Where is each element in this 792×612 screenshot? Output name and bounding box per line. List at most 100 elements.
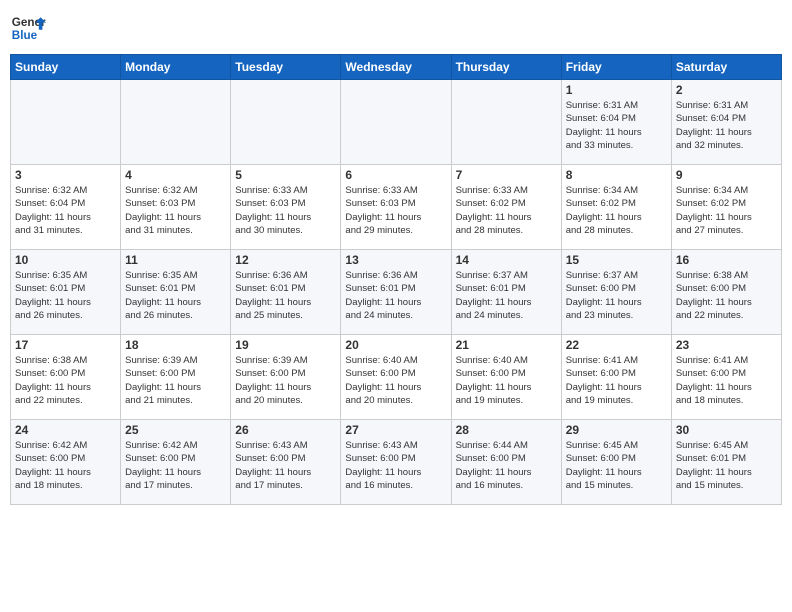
weekday-wednesday: Wednesday (341, 55, 451, 80)
day-info: Sunrise: 6:36 AM Sunset: 6:01 PM Dayligh… (235, 269, 336, 322)
calendar-cell: 20 Sunrise: 6:40 AM Sunset: 6:00 PM Dayli… (341, 335, 451, 420)
day-number: 21 (456, 338, 557, 352)
day-info: Sunrise: 6:41 AM Sunset: 6:00 PM Dayligh… (566, 354, 667, 407)
week-row-2: 3Sunrise: 6:32 AM Sunset: 6:04 PM Daylig… (11, 165, 782, 250)
calendar-cell: 11 Sunrise: 6:35 AM Sunset: 6:01 PM Dayli… (121, 250, 231, 335)
calendar-cell (451, 80, 561, 165)
day-number: 10 (15, 253, 116, 267)
day-number: 30 (676, 423, 777, 437)
day-number: 3 (15, 168, 116, 182)
day-number: 28 (456, 423, 557, 437)
day-number: 26 (235, 423, 336, 437)
day-number: 15 (566, 253, 667, 267)
calendar-cell: 27Sunrise: 6:43 AM Sunset: 6:00 PM Dayli… (341, 420, 451, 505)
weekday-friday: Friday (561, 55, 671, 80)
calendar-cell: 21Sunrise: 6:40 AM Sunset: 6:00 PM Dayli… (451, 335, 561, 420)
page-header: General Blue (10, 10, 782, 46)
calendar-cell (231, 80, 341, 165)
calendar-cell: 14 Sunrise: 6:37 AM Sunset: 6:01 PM Dayli… (451, 250, 561, 335)
calendar-cell (11, 80, 121, 165)
day-number: 22 (566, 338, 667, 352)
calendar-cell: 22 Sunrise: 6:41 AM Sunset: 6:00 PM Dayli… (561, 335, 671, 420)
calendar-cell: 9 Sunrise: 6:34 AM Sunset: 6:02 PM Daylig… (671, 165, 781, 250)
calendar-cell (121, 80, 231, 165)
day-number: 20 (345, 338, 446, 352)
day-number: 11 (125, 253, 226, 267)
week-row-3: 10 Sunrise: 6:35 AM Sunset: 6:01 PM Dayli… (11, 250, 782, 335)
day-info: Sunrise: 6:31 AM Sunset: 6:04 PM Dayligh… (676, 99, 777, 152)
day-info: Sunrise: 6:31 AM Sunset: 6:04 PM Dayligh… (566, 99, 667, 152)
calendar-cell: 25 Sunrise: 6:42 AM Sunset: 6:00 PM Dayli… (121, 420, 231, 505)
calendar-cell: 26 Sunrise: 6:43 AM Sunset: 6:00 PM Dayli… (231, 420, 341, 505)
day-number: 12 (235, 253, 336, 267)
day-info: Sunrise: 6:42 AM Sunset: 6:00 PM Dayligh… (15, 439, 116, 492)
day-info: Sunrise: 6:45 AM Sunset: 6:00 PM Dayligh… (566, 439, 667, 492)
calendar-cell: 18 Sunrise: 6:39 AM Sunset: 6:00 PM Dayli… (121, 335, 231, 420)
day-number: 25 (125, 423, 226, 437)
day-info: Sunrise: 6:38 AM Sunset: 6:00 PM Dayligh… (676, 269, 777, 322)
calendar-cell: 16 Sunrise: 6:38 AM Sunset: 6:00 PM Dayli… (671, 250, 781, 335)
day-info: Sunrise: 6:33 AM Sunset: 6:03 PM Dayligh… (345, 184, 446, 237)
day-info: Sunrise: 6:37 AM Sunset: 6:01 PM Dayligh… (456, 269, 557, 322)
weekday-sunday: Sunday (11, 55, 121, 80)
calendar-cell: 28 Sunrise: 6:44 AM Sunset: 6:00 PM Dayli… (451, 420, 561, 505)
weekday-thursday: Thursday (451, 55, 561, 80)
day-number: 2 (676, 83, 777, 97)
day-info: Sunrise: 6:39 AM Sunset: 6:00 PM Dayligh… (125, 354, 226, 407)
weekday-monday: Monday (121, 55, 231, 80)
calendar-cell: 13Sunrise: 6:36 AM Sunset: 6:01 PM Dayli… (341, 250, 451, 335)
day-number: 14 (456, 253, 557, 267)
week-row-4: 17Sunrise: 6:38 AM Sunset: 6:00 PM Dayli… (11, 335, 782, 420)
day-info: Sunrise: 6:33 AM Sunset: 6:02 PM Dayligh… (456, 184, 557, 237)
calendar-cell: 29 Sunrise: 6:45 AM Sunset: 6:00 PM Dayli… (561, 420, 671, 505)
calendar-cell: 15 Sunrise: 6:37 AM Sunset: 6:00 PM Dayli… (561, 250, 671, 335)
day-number: 9 (676, 168, 777, 182)
logo-icon: General Blue (10, 10, 46, 46)
day-number: 23 (676, 338, 777, 352)
day-number: 27 (345, 423, 446, 437)
day-info: Sunrise: 6:34 AM Sunset: 6:02 PM Dayligh… (676, 184, 777, 237)
day-info: Sunrise: 6:44 AM Sunset: 6:00 PM Dayligh… (456, 439, 557, 492)
calendar-cell: 7 Sunrise: 6:33 AM Sunset: 6:02 PM Daylig… (451, 165, 561, 250)
day-info: Sunrise: 6:36 AM Sunset: 6:01 PM Dayligh… (345, 269, 446, 322)
day-info: Sunrise: 6:42 AM Sunset: 6:00 PM Dayligh… (125, 439, 226, 492)
day-number: 18 (125, 338, 226, 352)
day-info: Sunrise: 6:33 AM Sunset: 6:03 PM Dayligh… (235, 184, 336, 237)
day-info: Sunrise: 6:35 AM Sunset: 6:01 PM Dayligh… (125, 269, 226, 322)
day-number: 29 (566, 423, 667, 437)
day-number: 4 (125, 168, 226, 182)
day-info: Sunrise: 6:43 AM Sunset: 6:00 PM Dayligh… (235, 439, 336, 492)
calendar-cell: 17Sunrise: 6:38 AM Sunset: 6:00 PM Dayli… (11, 335, 121, 420)
day-number: 19 (235, 338, 336, 352)
weekday-tuesday: Tuesday (231, 55, 341, 80)
calendar-cell: 12 Sunrise: 6:36 AM Sunset: 6:01 PM Dayli… (231, 250, 341, 335)
day-info: Sunrise: 6:34 AM Sunset: 6:02 PM Dayligh… (566, 184, 667, 237)
day-number: 16 (676, 253, 777, 267)
day-number: 7 (456, 168, 557, 182)
logo: General Blue (10, 10, 46, 46)
calendar-cell: 6 Sunrise: 6:33 AM Sunset: 6:03 PM Daylig… (341, 165, 451, 250)
day-number: 6 (345, 168, 446, 182)
week-row-5: 24 Sunrise: 6:42 AM Sunset: 6:00 PM Dayli… (11, 420, 782, 505)
calendar-cell (341, 80, 451, 165)
calendar-cell: 2 Sunrise: 6:31 AM Sunset: 6:04 PM Daylig… (671, 80, 781, 165)
day-info: Sunrise: 6:41 AM Sunset: 6:00 PM Dayligh… (676, 354, 777, 407)
calendar-cell: 30 Sunrise: 6:45 AM Sunset: 6:01 PM Dayli… (671, 420, 781, 505)
calendar-cell: 23 Sunrise: 6:41 AM Sunset: 6:00 PM Dayli… (671, 335, 781, 420)
day-info: Sunrise: 6:40 AM Sunset: 6:00 PM Dayligh… (345, 354, 446, 407)
weekday-header-row: SundayMondayTuesdayWednesdayThursdayFrid… (11, 55, 782, 80)
day-info: Sunrise: 6:32 AM Sunset: 6:03 PM Dayligh… (125, 184, 226, 237)
day-info: Sunrise: 6:37 AM Sunset: 6:00 PM Dayligh… (566, 269, 667, 322)
day-number: 8 (566, 168, 667, 182)
day-info: Sunrise: 6:39 AM Sunset: 6:00 PM Dayligh… (235, 354, 336, 407)
calendar-cell: 4 Sunrise: 6:32 AM Sunset: 6:03 PM Daylig… (121, 165, 231, 250)
calendar-cell: 3Sunrise: 6:32 AM Sunset: 6:04 PM Daylig… (11, 165, 121, 250)
day-info: Sunrise: 6:35 AM Sunset: 6:01 PM Dayligh… (15, 269, 116, 322)
day-number: 24 (15, 423, 116, 437)
day-number: 17 (15, 338, 116, 352)
calendar-body: 1Sunrise: 6:31 AM Sunset: 6:04 PM Daylig… (11, 80, 782, 505)
calendar-cell: 19 Sunrise: 6:39 AM Sunset: 6:00 PM Dayli… (231, 335, 341, 420)
calendar-cell: 5 Sunrise: 6:33 AM Sunset: 6:03 PM Daylig… (231, 165, 341, 250)
day-info: Sunrise: 6:45 AM Sunset: 6:01 PM Dayligh… (676, 439, 777, 492)
day-number: 5 (235, 168, 336, 182)
